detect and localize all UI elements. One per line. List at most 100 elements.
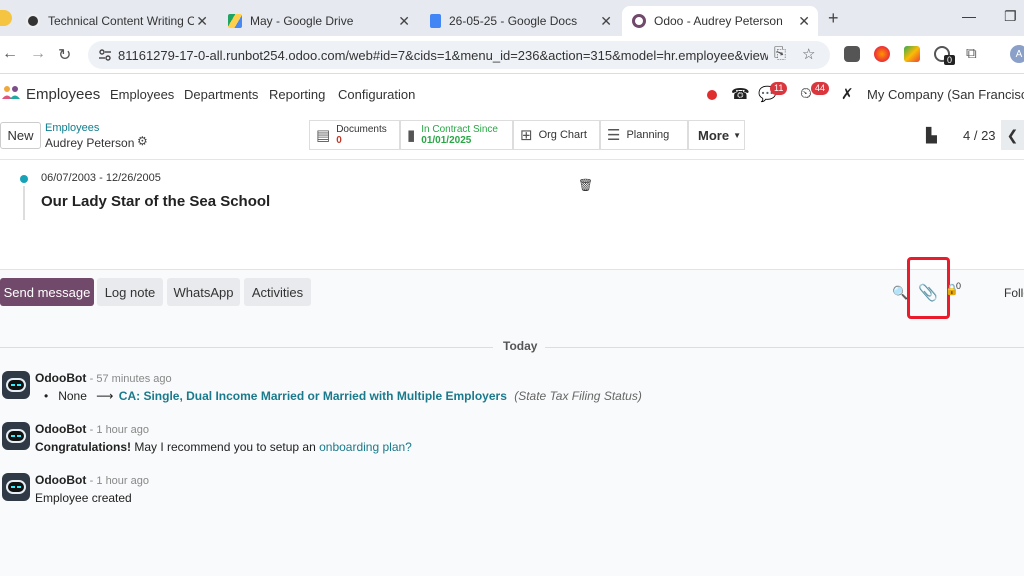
browser-tab-google-docs[interactable]: 26-05-25 - Google Docs ✕ [420,6,620,36]
url-text: 81161279-17-0-all.runbot254.odoo.com/web… [118,47,768,63]
browser-toolbar: ← → ↻ 81161279-17-0-all.runbot254.odoo.c… [0,36,1024,74]
extension-firefox-icon[interactable] [874,46,890,62]
tracking-new-value: CA: Single, Dual Income Married or Marri… [118,389,507,403]
control-panel: New Employees Audrey Peterson ⚙ ▤ Docume… [0,114,1024,160]
onboarding-plan-link[interactable]: onboarding plan? [319,440,412,454]
menu-employees[interactable]: Employees [110,87,174,102]
documents-count: 0 [336,135,342,146]
tab-close-icon[interactable]: ✕ [600,13,612,30]
chevron-left-icon: ❮ [1006,126,1019,143]
restore-icon[interactable]: ❐ [1004,8,1017,25]
date-separator-label: Today [503,339,538,353]
app-name[interactable]: Employees [26,86,100,103]
breadcrumb-parent[interactable]: Employees [45,122,99,134]
extension-sheets-icon[interactable] [904,46,920,62]
browser-tab-odoo-audrey[interactable]: Odoo - Audrey Peterson ✕ [622,6,818,36]
minimize-icon[interactable]: — [962,8,976,24]
address-bar[interactable]: 81161279-17-0-all.runbot254.odoo.com/web… [88,41,830,69]
odoobot-avatar[interactable] [2,473,30,501]
extension-robot-icon[interactable] [844,46,860,62]
follow-button[interactable]: Follow [1004,286,1024,300]
bullet: • [44,389,55,403]
reload-icon[interactable]: ↻ [58,45,71,65]
breadcrumb-current: Audrey Peterson [45,136,135,150]
message-time: - 1 hour ago [89,424,149,436]
browser-tab-odoo-writing[interactable]: Technical Content Writing Odoo ✕ [16,6,216,36]
browser-tab-google-drive[interactable]: May - Google Drive ✕ [218,6,418,36]
pager-value[interactable]: 4 / 23 [963,128,996,143]
tab-close-icon[interactable]: ✕ [398,13,410,30]
menu-configuration[interactable]: Configuration [338,87,415,102]
new-tab-button[interactable]: + [828,8,844,29]
book-icon: ▮ [407,127,416,144]
back-arrow-icon[interactable]: ← [2,45,18,63]
gear-icon[interactable]: ⚙ [137,134,148,148]
tracking-old-value: None [58,389,87,403]
forward-arrow-icon[interactable]: → [30,45,46,63]
message-header: OdooBot - 1 hour ago [35,422,149,436]
odoobot-avatar[interactable] [2,422,30,450]
new-button[interactable]: New [0,122,41,149]
install-app-icon[interactable]: ⎘ [774,45,786,62]
documents-smart-button[interactable]: ▤ Documents 0 [309,120,400,150]
message-author[interactable]: OdooBot [35,473,86,487]
more-dropdown[interactable]: More ▼ [688,120,745,150]
profile-avatar[interactable]: A [1010,45,1024,63]
message-author[interactable]: OdooBot [35,422,86,436]
extension-badge: 0 [944,55,956,65]
record-dot-icon[interactable] [707,90,717,100]
send-message-button[interactable]: Send message [0,278,94,306]
odoo-favicon-icon [632,14,646,28]
activities-clock-icon[interactable]: ⏲ [800,85,812,102]
extensions-puzzle-icon[interactable]: ⧉ [966,45,977,62]
search-icon[interactable]: 🔍 [892,285,908,301]
org-chart-label: Org Chart [538,129,587,141]
company-switcher[interactable]: My Company (San Francisco) [867,87,1024,102]
message-time: - 1 hour ago [89,475,149,487]
bookmark-icon[interactable]: ▙ [926,127,937,144]
date-separator-line-right [545,347,1024,348]
documents-label: Documents [336,124,387,135]
tab-close-icon[interactable]: ✕ [798,13,810,30]
bookmark-star-icon[interactable]: ☆ [802,45,815,63]
more-label: More [698,127,730,143]
chatter: Send message Log note WhatsApp Activitie… [0,257,1024,576]
google-docs-icon [430,14,441,28]
whatsapp-button[interactable]: WhatsApp [167,278,240,306]
activities-count-badge: 44 [811,82,830,95]
log-note-button[interactable]: Log note [97,278,163,306]
org-chart-smart-button[interactable]: ⊞ Org Chart [513,120,600,150]
employees-app-icon[interactable] [2,84,20,102]
planning-label: Planning [626,129,670,141]
menu-departments[interactable]: Departments [184,87,258,102]
tab-title: Technical Content Writing Odoo [48,14,194,28]
message-time: - 57 minutes ago [89,373,172,385]
tab-close-icon[interactable]: ✕ [196,13,208,30]
date-separator-line-left [0,347,493,348]
tab-search-icon[interactable] [0,10,12,26]
tab-title: 26-05-25 - Google Docs [449,14,578,28]
resume-section: 06/07/2003 - 12/26/2005 Our Lady Star of… [0,160,1024,270]
activities-button[interactable]: Activities [244,278,311,306]
contract-smart-button[interactable]: ▮ In Contract Since 01/01/2025 [400,120,513,150]
follower-count: 0 [956,281,962,291]
tracking-arrow: ⟶ [96,389,114,403]
message-text: May I recommend you to setup an [131,440,320,454]
odoo-favicon-icon [26,14,40,28]
phone-icon[interactable]: ☎ [731,85,750,103]
paperclip-icon[interactable]: 📎 [918,283,938,303]
resume-line-title[interactable]: Our Lady Star of the Sea School [41,193,270,210]
site-settings-icon[interactable] [98,48,112,62]
trash-icon[interactable]: 🗑 [578,178,593,192]
menu-reporting[interactable]: Reporting [269,87,325,102]
planning-smart-button[interactable]: ☰ Planning [600,120,688,150]
message-author[interactable]: OdooBot [35,371,86,385]
tracking-field-name: (State Tax Filing Status) [514,389,642,403]
tracking-value: • None ⟶ CA: Single, Dual Income Married… [44,389,642,403]
odoobot-avatar[interactable] [2,371,30,399]
message-header: OdooBot - 57 minutes ago [35,371,172,385]
messages-count-badge: 11 [770,82,788,95]
browser-tab-strip: Technical Content Writing Odoo ✕ May - G… [0,0,1024,36]
pager-previous-button[interactable]: ❮ [1001,120,1024,150]
debug-tools-icon[interactable]: ✗ [841,85,854,103]
